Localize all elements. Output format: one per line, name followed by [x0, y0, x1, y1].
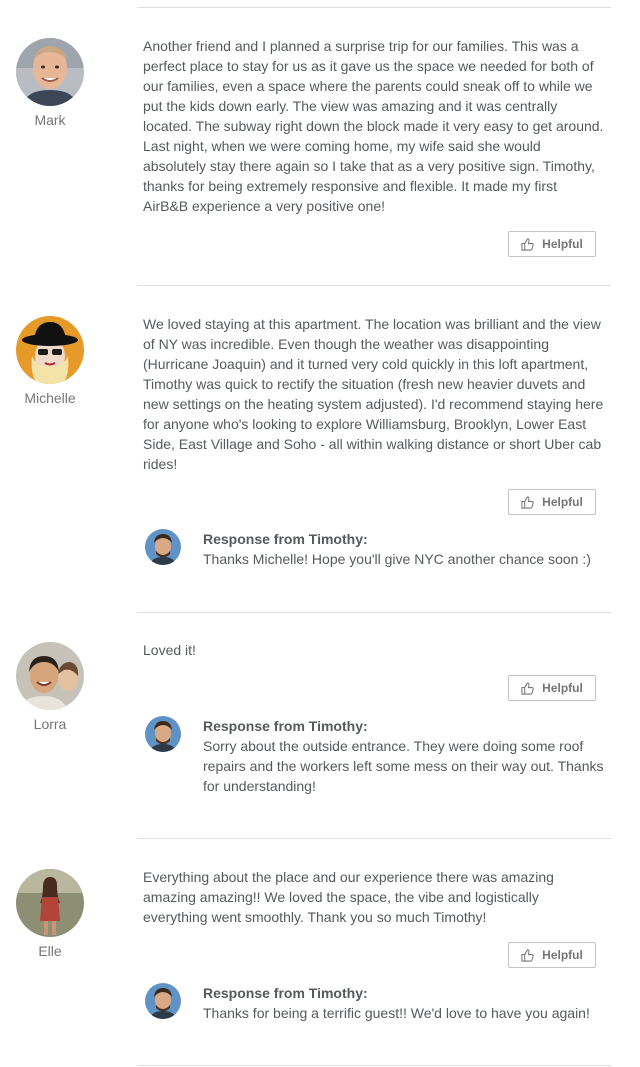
- user-photo-icon: [16, 869, 84, 937]
- reviewer-name[interactable]: Elle: [16, 943, 84, 959]
- reviewer-name[interactable]: Mark: [16, 112, 84, 128]
- helpful-label: Helpful: [542, 237, 583, 251]
- host-avatar[interactable]: [145, 716, 181, 752]
- response-body: Response from Timothy: Thanks Michelle! …: [203, 529, 613, 569]
- review-divider: [137, 7, 611, 8]
- response-text: Thanks Michelle! Hope you'll give NYC an…: [203, 551, 591, 567]
- thumbs-up-icon: [521, 681, 534, 695]
- reviewer-name[interactable]: Lorra: [16, 716, 84, 732]
- review-divider: [137, 285, 611, 286]
- host-avatar[interactable]: [145, 529, 181, 565]
- helpful-button[interactable]: Helpful: [508, 489, 596, 515]
- reviewer-profile[interactable]: Elle: [16, 869, 84, 959]
- reviewer-profile[interactable]: Mark: [16, 38, 84, 128]
- helpful-button[interactable]: Helpful: [508, 942, 596, 968]
- review-text: Everything about the place and our exper…: [143, 869, 554, 925]
- user-photo-icon: [16, 642, 84, 710]
- review-text: Loved it!: [143, 642, 196, 658]
- reviewer-profile[interactable]: Michelle: [16, 316, 84, 406]
- review-divider: [137, 612, 611, 613]
- review-divider: [137, 838, 611, 839]
- review-divider: [137, 1065, 611, 1066]
- reviewer-avatar[interactable]: [16, 38, 84, 106]
- host-photo-icon: [145, 716, 181, 752]
- response-body: Response from Timothy: Sorry about the o…: [203, 716, 613, 796]
- host-photo-icon: [145, 983, 181, 1019]
- response-title: Response from Timothy:: [203, 985, 368, 1001]
- helpful-button[interactable]: Helpful: [508, 675, 596, 701]
- helpful-label: Helpful: [542, 495, 583, 509]
- helpful-label: Helpful: [542, 681, 583, 695]
- reviewer-avatar[interactable]: [16, 316, 84, 384]
- response-title: Response from Timothy:: [203, 718, 368, 734]
- response-body: Response from Timothy: Thanks for being …: [203, 983, 613, 1023]
- user-photo-icon: [16, 316, 84, 384]
- thumbs-up-icon: [521, 495, 534, 509]
- reviewer-profile[interactable]: Lorra: [16, 642, 84, 732]
- host-avatar[interactable]: [145, 983, 181, 1019]
- thumbs-up-icon: [521, 948, 534, 962]
- review-text: Another friend and I planned a surprise …: [143, 38, 604, 214]
- reviewer-name[interactable]: Michelle: [16, 390, 84, 406]
- user-photo-icon: [16, 38, 84, 106]
- review-text: We loved staying at this apartment. The …: [143, 316, 604, 472]
- host-photo-icon: [145, 529, 181, 565]
- response-text: Thanks for being a terrific guest!! We'd…: [203, 1005, 590, 1021]
- thumbs-up-icon: [521, 237, 534, 251]
- response-title: Response from Timothy:: [203, 531, 368, 547]
- reviewer-avatar[interactable]: [16, 869, 84, 937]
- response-text: Sorry about the outside entrance. They w…: [203, 738, 604, 794]
- helpful-label: Helpful: [542, 948, 583, 962]
- helpful-button[interactable]: Helpful: [508, 231, 596, 257]
- reviewer-avatar[interactable]: [16, 642, 84, 710]
